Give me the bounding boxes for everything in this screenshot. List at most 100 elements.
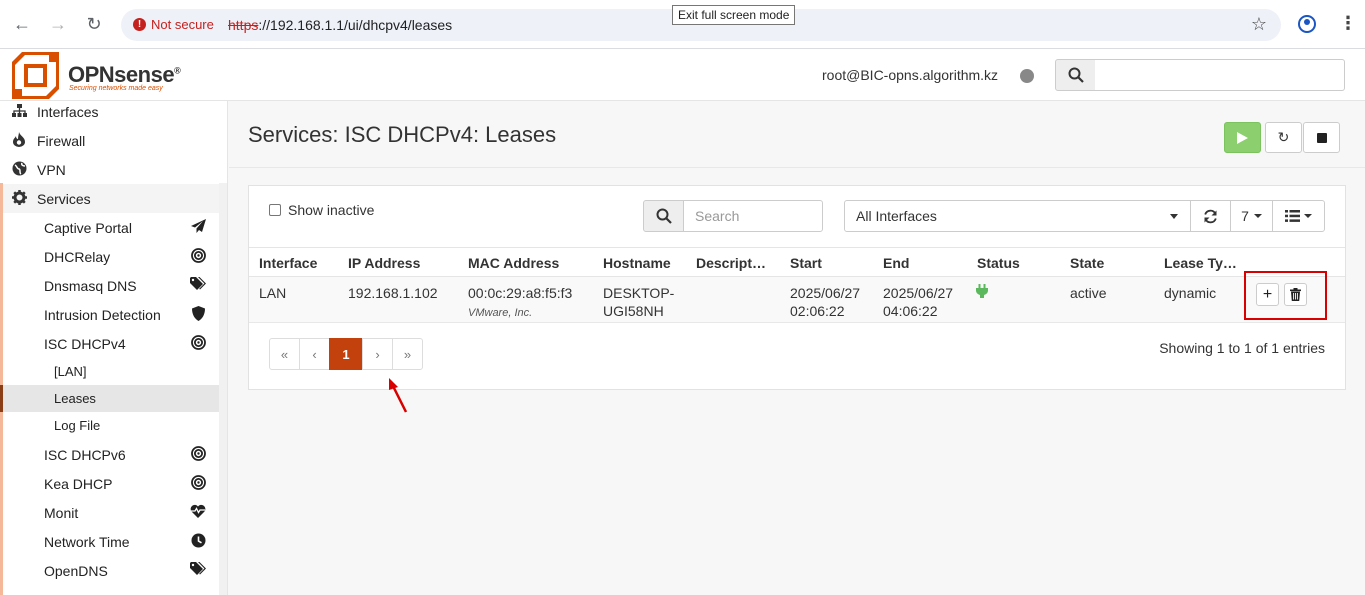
profile-icon[interactable] xyxy=(1298,15,1316,33)
sidebar-item-label: ISC DHCPv6 xyxy=(44,446,126,463)
stop-service-button[interactable] xyxy=(1303,122,1340,153)
shield-icon xyxy=(188,305,208,324)
show-inactive-checkbox[interactable] xyxy=(269,204,281,216)
page-title: Services: ISC DHCPv4: Leases xyxy=(248,122,557,147)
sidebar-scrollbar[interactable] xyxy=(219,183,227,595)
sidebar-item-label: OpenDNS xyxy=(44,562,108,579)
column-header-end[interactable]: End xyxy=(883,255,909,271)
sidebar-item-dhcpv4-lan[interactable]: [LAN] xyxy=(3,358,219,385)
services-submenu: Captive Portal DHCRelay Dnsmasq DNS Intr… xyxy=(0,183,219,595)
sidebar-item-label: Firewall xyxy=(37,132,86,149)
forward-arrow-icon[interactable]: → xyxy=(47,13,69,35)
start-time: 02:06:22 xyxy=(790,303,845,319)
warning-icon: ! xyxy=(133,18,146,31)
not-secure-label[interactable]: Not secure xyxy=(151,17,214,32)
sidebar-item-monit[interactable]: Monit xyxy=(3,498,219,527)
tags-icon xyxy=(188,562,208,579)
page-current-button[interactable]: 1 xyxy=(329,338,363,370)
column-header-description[interactable]: Descript… xyxy=(696,255,766,271)
table-row[interactable]: LAN 192.168.1.102 00:0c:29:a8:f5:f3 VMwa… xyxy=(249,277,1345,323)
cell-interface: LAN xyxy=(259,285,287,301)
page-prev-button[interactable]: ‹ xyxy=(299,338,330,370)
sidebar-item-label: Interfaces xyxy=(37,103,99,120)
cell-start: 2025/06/27 02:06:22 xyxy=(790,284,860,320)
grid-search-icon[interactable] xyxy=(643,200,684,232)
sidebar-item-intrusion-detection[interactable]: Intrusion Detection xyxy=(3,300,219,329)
sidebar-item-label: DHCRelay xyxy=(44,248,111,265)
sidebar-item-network-time[interactable]: Network Time xyxy=(3,527,219,556)
cell-hostname: DESKTOP- UGI58NH xyxy=(603,284,674,320)
bookmark-star-icon[interactable]: ☆ xyxy=(1251,14,1267,35)
globe-icon xyxy=(11,161,27,179)
start-service-button[interactable] xyxy=(1224,122,1261,153)
bullseye-icon xyxy=(188,474,208,493)
add-static-mapping-button[interactable]: + xyxy=(1256,283,1279,306)
sidebar-item-dhcpv4-leases[interactable]: Leases xyxy=(0,385,219,412)
url-text[interactable]: https://192.168.1.1/ui/dhcpv4/leases xyxy=(228,17,452,33)
plus-icon: + xyxy=(1262,285,1273,303)
paper-plane-icon xyxy=(188,219,208,236)
status-dot-icon[interactable] xyxy=(1020,69,1034,83)
header-search-icon[interactable] xyxy=(1055,59,1096,91)
app-header: OPNsense® Securing networks made easy ro… xyxy=(0,49,1365,101)
back-arrow-icon[interactable]: ← xyxy=(11,13,33,35)
cell-ip-address: 192.168.1.102 xyxy=(348,285,438,301)
start-date: 2025/06/27 xyxy=(790,285,861,301)
column-header-hostname[interactable]: Hostname xyxy=(603,255,671,271)
header-search-input[interactable] xyxy=(1095,59,1345,91)
fullscreen-tooltip: Exit full screen mode xyxy=(672,5,796,25)
sidebar-item-vpn[interactable]: VPN xyxy=(0,155,227,184)
sidebar-item-label: Leases xyxy=(54,391,96,406)
page-first-button[interactable]: « xyxy=(269,338,300,370)
sidebar-item-label: Log File xyxy=(54,418,101,433)
table-header: Interface IP Address MAC Address Hostnam… xyxy=(249,247,1345,277)
show-inactive-label: Show inactive xyxy=(288,202,375,218)
bullseye-icon xyxy=(188,247,208,266)
sidebar-item-captive-portal[interactable]: Captive Portal xyxy=(3,213,219,242)
grid-search-input[interactable]: Search xyxy=(683,200,823,232)
sidebar-item-interfaces[interactable]: Interfaces xyxy=(0,101,227,126)
sidebar-item-isc-dhcpv6[interactable]: ISC DHCPv6 xyxy=(3,440,219,469)
sidebar-item-label: Monit xyxy=(44,504,79,521)
show-inactive-toggle[interactable]: Show inactive xyxy=(269,202,374,218)
annotation-arrow-icon xyxy=(389,378,408,413)
page-header: Services: ISC DHCPv4: Leases ↻ xyxy=(229,101,1365,168)
column-header-mac-address[interactable]: MAC Address xyxy=(468,255,559,271)
column-header-ip-address[interactable]: IP Address xyxy=(348,255,420,271)
sidebar-item-isc-dhcpv4[interactable]: ISC DHCPv4 xyxy=(3,329,219,358)
tags-icon xyxy=(188,277,208,294)
caret-down-icon xyxy=(1170,214,1178,219)
interface-filter-select[interactable]: All Interfaces xyxy=(844,200,1191,232)
sidebar-item-dhcpv4-log-file[interactable]: Log File xyxy=(3,412,219,439)
restart-service-button[interactable]: ↻ xyxy=(1265,122,1302,153)
sidebar-item-label: Captive Portal xyxy=(44,219,132,236)
column-header-interface[interactable]: Interface xyxy=(259,255,317,271)
sidebar-item-dhcrelay[interactable]: DHCRelay xyxy=(3,242,219,271)
column-selector-dropdown[interactable] xyxy=(1272,200,1325,232)
menu-kebab-icon[interactable]: ⋮ xyxy=(1339,13,1357,34)
entries-info: Showing 1 to 1 of 1 entries xyxy=(1159,340,1325,356)
grid-refresh-button[interactable] xyxy=(1190,200,1231,232)
end-date: 2025/06/27 xyxy=(883,285,954,301)
page-next-button[interactable]: › xyxy=(362,338,393,370)
page-size-dropdown[interactable]: 7 xyxy=(1230,200,1273,232)
user-label[interactable]: root@BIC-opns.algorithm.kz xyxy=(822,67,998,83)
delete-lease-button[interactable] xyxy=(1284,283,1307,306)
sidebar-item-dnsmasq-dns[interactable]: Dnsmasq DNS xyxy=(3,271,219,300)
logo-registered-mark: ® xyxy=(174,65,181,76)
column-header-status[interactable]: Status xyxy=(977,255,1020,271)
column-header-lease-type[interactable]: Lease Ty… xyxy=(1164,255,1237,271)
column-header-start[interactable]: Start xyxy=(790,255,822,271)
pagination: « ‹ 1 › » xyxy=(269,338,423,370)
sidebar-item-kea-dhcp[interactable]: Kea DHCP xyxy=(3,469,219,498)
plug-icon xyxy=(976,284,988,298)
bullseye-icon xyxy=(188,334,208,353)
column-header-state[interactable]: State xyxy=(1070,255,1104,271)
opnsense-logo-icon[interactable] xyxy=(12,52,59,99)
sidebar-item-opendns[interactable]: OpenDNS xyxy=(3,556,219,585)
page-last-button[interactable]: » xyxy=(392,338,423,370)
heartbeat-icon xyxy=(188,504,208,521)
sidebar-item-label: ISC DHCPv4 xyxy=(44,335,126,352)
reload-icon[interactable]: ↻ xyxy=(83,13,105,35)
sidebar-item-firewall[interactable]: Firewall xyxy=(0,126,227,155)
